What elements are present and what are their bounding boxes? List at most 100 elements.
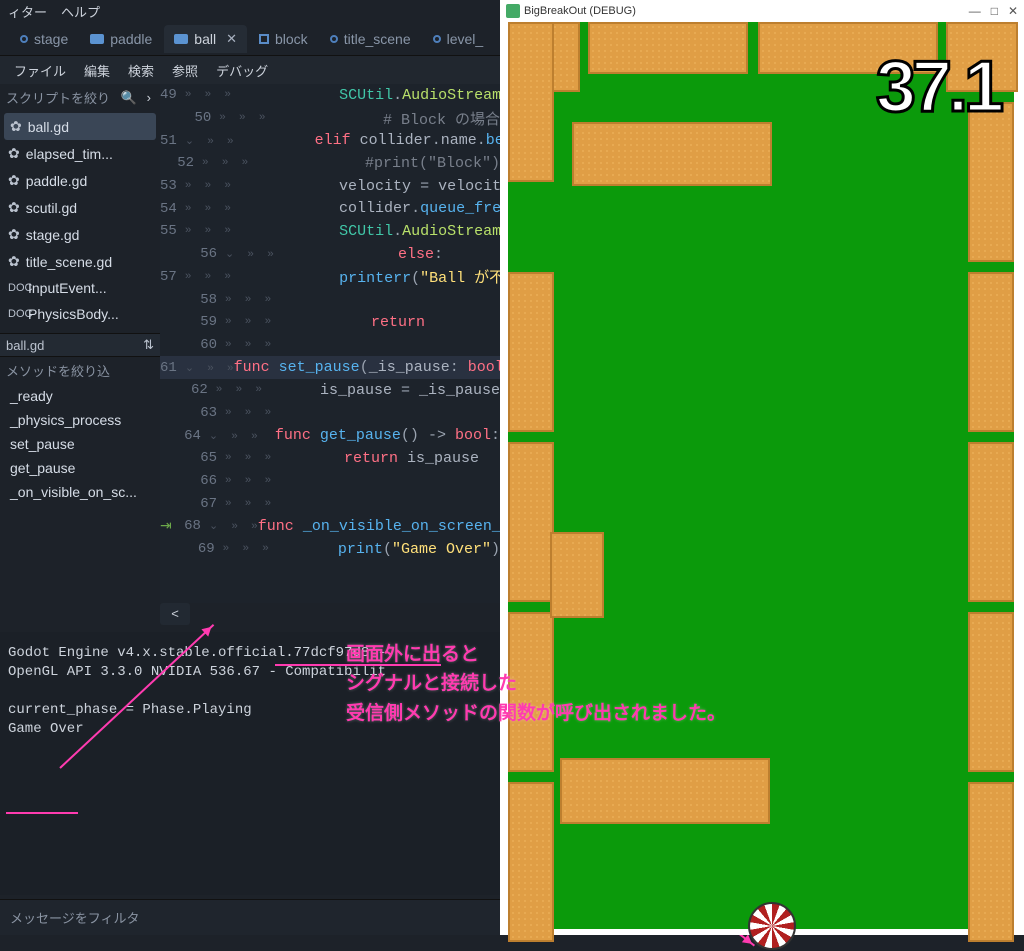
doc-icon: DOC	[8, 282, 22, 294]
code-line[interactable]: 63» » »	[160, 402, 500, 425]
brick	[560, 758, 770, 824]
menu-search[interactable]: 検索	[128, 61, 154, 80]
line-number: 51	[160, 133, 185, 149]
fold-marks: » » »	[216, 384, 293, 396]
script-item[interactable]: DOCPhysicsBody...	[0, 301, 160, 327]
script-filter[interactable]: スクリプトを絞り	[6, 88, 113, 107]
minimize-button[interactable]: —	[969, 4, 981, 18]
method-filter-row: メソッドを絞り込	[0, 357, 160, 384]
menu-editor[interactable]: ィター	[8, 2, 47, 21]
code-line[interactable]: 56⌄ » » else:	[160, 243, 500, 266]
line-number: 67	[160, 496, 225, 512]
tab-level[interactable]: level_	[423, 25, 494, 53]
code-line[interactable]: ⇥ 68⌄ » »func _on_visible_on_screen_noti	[160, 515, 500, 538]
script-item[interactable]: ✿title_scene.gd	[0, 248, 160, 275]
script-item[interactable]: ✿elapsed_tim...	[0, 140, 160, 167]
brick	[968, 442, 1014, 602]
method-filter[interactable]: メソッドを絞り込	[6, 361, 154, 380]
tab-ball[interactable]: ball✕	[164, 25, 247, 53]
close-button[interactable]: ✕	[1008, 4, 1018, 18]
code-text: is_pause = _is_pause	[293, 382, 500, 399]
tab-title-scene[interactable]: title_scene	[320, 25, 421, 53]
fold-marks: » » »	[185, 271, 231, 283]
script-item[interactable]: ✿stage.gd	[0, 221, 160, 248]
code-line[interactable]: 54» » » collider.queue_free	[160, 197, 500, 220]
method-item[interactable]: _physics_process	[0, 408, 160, 432]
code-line[interactable]: 58» » »	[160, 288, 500, 311]
code-line[interactable]: 50» » » # Block の場合	[160, 107, 500, 130]
script-item-ball[interactable]: ✿ball.gd	[4, 113, 156, 140]
brick	[508, 272, 554, 432]
menu-help[interactable]: ヘルプ	[61, 2, 100, 21]
script-item[interactable]: DOCInputEvent...	[0, 275, 160, 301]
code-line[interactable]: 52» » » #print("Block")	[160, 152, 500, 175]
code-line[interactable]: 57» » » printerr("Ball が不	[160, 266, 500, 289]
code-line[interactable]: 59» » » return	[160, 311, 500, 334]
code-line[interactable]: 60» » »	[160, 334, 500, 357]
code-line[interactable]: 69» » » print("Game Over")	[160, 538, 500, 561]
current-script-row: ball.gd ⇅	[0, 333, 160, 357]
method-item[interactable]: _on_visible_on_sc...	[0, 480, 160, 504]
search-icon[interactable]: 🔍	[117, 90, 139, 106]
code-editor[interactable]: 49» » » SCUtil.AudioStreamO50» » » # Blo…	[160, 84, 500, 603]
line-number: 52	[160, 155, 202, 171]
fold-marks: » » »	[223, 543, 311, 555]
current-script-label: ball.gd	[6, 338, 44, 353]
fold-marks: » » »	[219, 112, 302, 124]
code-line[interactable]: 61⌄ » »func set_pause(_is_pause: bool)	[160, 356, 500, 379]
gear-icon: ✿	[8, 199, 20, 216]
output-filter[interactable]: メッセージをフィルタ	[0, 899, 500, 935]
brick	[508, 442, 554, 602]
code-line[interactable]: 62» » » is_pause = _is_pause	[160, 379, 500, 402]
back-button[interactable]: <	[160, 603, 190, 625]
code-text: elif collider.name.begi	[234, 132, 500, 149]
tab-block[interactable]: block	[249, 25, 318, 53]
line-number: 55	[160, 223, 185, 239]
code-line[interactable]: 53» » » velocity = velocity	[160, 175, 500, 198]
fold-marks: » » »	[225, 407, 317, 419]
menu-goto[interactable]: 参照	[172, 61, 198, 80]
tab-paddle[interactable]: paddle	[80, 25, 162, 53]
line-number: 54	[160, 201, 185, 217]
code-text: printerr("Ball が不	[231, 266, 500, 287]
code-text: SCUtil.AudioStreamO	[231, 87, 500, 104]
code-line[interactable]: 51⌄ » » elif collider.name.begi	[160, 129, 500, 152]
game-titlebar: BigBreakOut (DEBUG) — □ ✕	[500, 0, 1024, 22]
code-line[interactable]: 49» » » SCUtil.AudioStreamO	[160, 84, 500, 107]
menu-debug[interactable]: デバッグ	[216, 61, 268, 80]
code-text: velocity = velocity	[231, 178, 500, 195]
fold-marks: » » »	[185, 180, 231, 192]
code-line[interactable]: 67» » »	[160, 492, 500, 515]
brick	[508, 22, 554, 182]
gear-icon: ✿	[8, 145, 20, 162]
code-line[interactable]: 66» » »	[160, 470, 500, 493]
line-number: 64	[160, 428, 209, 444]
maximize-button[interactable]: □	[991, 4, 998, 18]
sort-icon[interactable]: ⇅	[143, 337, 154, 353]
code-line[interactable]: 55» » » SCUtil.AudioStreamO	[160, 220, 500, 243]
line-number: 63	[160, 405, 225, 421]
brick	[968, 272, 1014, 432]
method-item[interactable]: get_pause	[0, 456, 160, 480]
script-item[interactable]: ✿scutil.gd	[0, 194, 160, 221]
line-number: 66	[160, 473, 225, 489]
code-text: SCUtil.AudioStreamO	[231, 223, 500, 240]
chevron-right-icon[interactable]: ›	[144, 90, 154, 105]
method-item[interactable]: _ready	[0, 384, 160, 408]
script-item[interactable]: ✿paddle.gd	[0, 167, 160, 194]
code-text: return	[317, 314, 425, 331]
brick	[968, 612, 1014, 772]
line-number: 62	[160, 382, 216, 398]
tab-stage[interactable]: stage	[10, 25, 78, 53]
sprite-icon	[174, 34, 188, 44]
close-icon[interactable]: ✕	[226, 31, 237, 47]
menu-edit[interactable]: 編集	[84, 61, 110, 80]
method-item[interactable]: set_pause	[0, 432, 160, 456]
method-list: _ready _physics_process set_pause get_pa…	[0, 384, 160, 504]
code-line[interactable]: 65» » » return is_pause	[160, 447, 500, 470]
code-line[interactable]: 64⌄ » »func get_pause() -> bool:	[160, 424, 500, 447]
line-number: 49	[160, 87, 185, 103]
sprite-icon	[90, 34, 104, 44]
menu-file[interactable]: ファイル	[14, 61, 66, 80]
app-icon	[506, 4, 520, 18]
